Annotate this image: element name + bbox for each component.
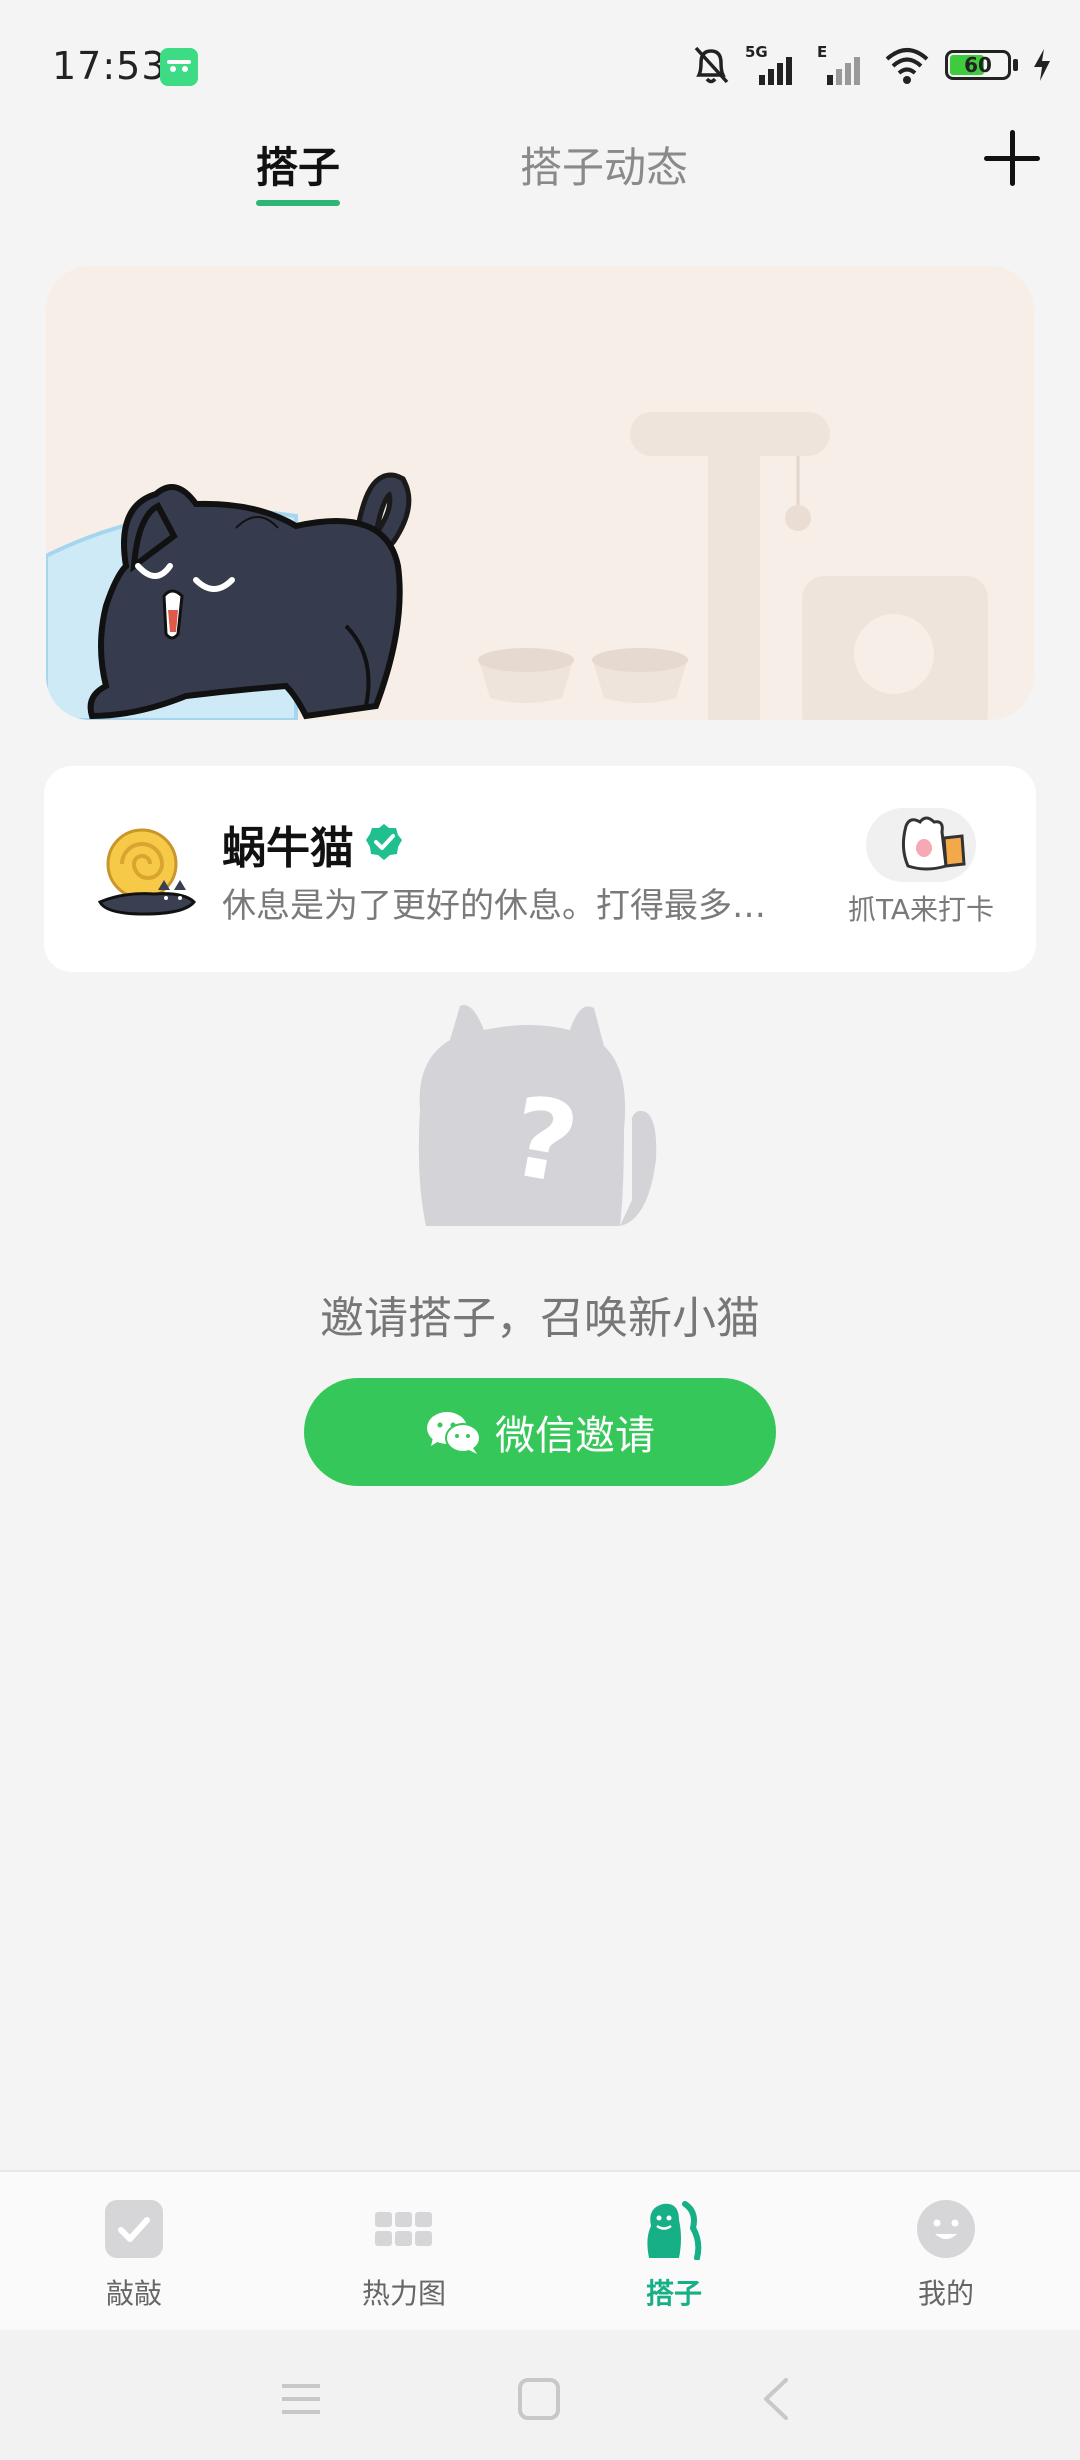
tab-partner[interactable]: 搭子 <box>256 134 341 206</box>
system-nav-bar <box>0 2330 1080 2460</box>
tab-partner-label: 搭子 <box>256 143 341 192</box>
mute-bell-icon <box>694 46 729 84</box>
nav-item-partner[interactable]: 搭子 <box>584 2198 764 2312</box>
tab-partner-feed-label: 搭子动态 <box>520 143 689 192</box>
smiley-icon <box>917 2200 975 2258</box>
active-tab-indicator <box>256 200 341 206</box>
partner-name: 蜗牛猫 <box>222 823 354 874</box>
tab-partner-feed[interactable]: 搭子动态 <box>520 134 688 195</box>
wechat-invite-label: 微信邀请 <box>495 1413 655 1459</box>
battery-level: 60 <box>964 53 992 77</box>
wechat-invite-button[interactable]: 微信邀请 <box>304 1378 776 1486</box>
partner-description: 休息是为了更好的休息。打得最多… <box>222 886 766 926</box>
cat-banner <box>46 266 1034 720</box>
grid-icon <box>375 2212 432 2246</box>
signal-e-icon: E <box>817 43 860 85</box>
status-time: 17:53 <box>52 44 167 88</box>
home-icon[interactable] <box>514 2374 564 2424</box>
nav-label-partner: 搭子 <box>645 2277 702 2310</box>
check-icon <box>105 2200 163 2258</box>
status-icons: 5G E 60 <box>691 40 1052 90</box>
snail-cat-avatar <box>97 828 197 916</box>
cat-illustration <box>46 412 988 720</box>
mystery-cat-icon: ? <box>418 1005 657 1226</box>
partner-card[interactable]: 蜗牛猫 休息是为了更好的休息。打得最多… 抓TA来打卡 <box>44 766 1036 972</box>
battery-icon: 60 <box>945 50 1018 80</box>
nav-label-heatmap: 热力图 <box>361 2277 446 2310</box>
signal-5g-icon: 5G <box>745 43 792 85</box>
svg-text:E: E <box>817 43 827 61</box>
status-bar: 17:53 5G E 60 <box>0 0 1080 130</box>
nav-item-me[interactable]: 我的 <box>856 2198 1036 2312</box>
wifi-icon <box>885 48 929 84</box>
checkin-label: 抓TA来打卡 <box>847 893 995 926</box>
paw-icon <box>866 808 976 882</box>
bottom-nav: 敲敲 热力图 搭子 我的 <box>0 2170 1080 2330</box>
verified-badge-icon <box>366 824 402 860</box>
svg-text:5G: 5G <box>745 43 768 61</box>
back-icon[interactable] <box>752 2374 802 2424</box>
top-tabs: 搭子 搭子动态 <box>0 120 1080 230</box>
checkin-button[interactable]: 抓TA来打卡 <box>846 808 996 928</box>
nav-label-knock: 敲敲 <box>105 2277 162 2310</box>
android-icon <box>160 48 198 86</box>
charging-icon <box>1034 49 1050 81</box>
nav-item-heatmap[interactable]: 热力图 <box>314 2198 494 2312</box>
partner-icon <box>647 2201 702 2260</box>
wechat-icon <box>427 1412 481 1454</box>
nav-label-me: 我的 <box>917 2277 974 2310</box>
nav-item-knock[interactable]: 敲敲 <box>44 2198 224 2312</box>
menu-icon[interactable] <box>276 2374 326 2424</box>
plus-icon[interactable] <box>984 130 1040 186</box>
invite-text: 邀请搭子，召唤新小猫 <box>320 1293 760 1344</box>
app-screen: 17:53 5G E 60 搭子 搭子动态 蜗牛猫 休息是为了更好的休息。打得最… <box>0 0 1080 2460</box>
